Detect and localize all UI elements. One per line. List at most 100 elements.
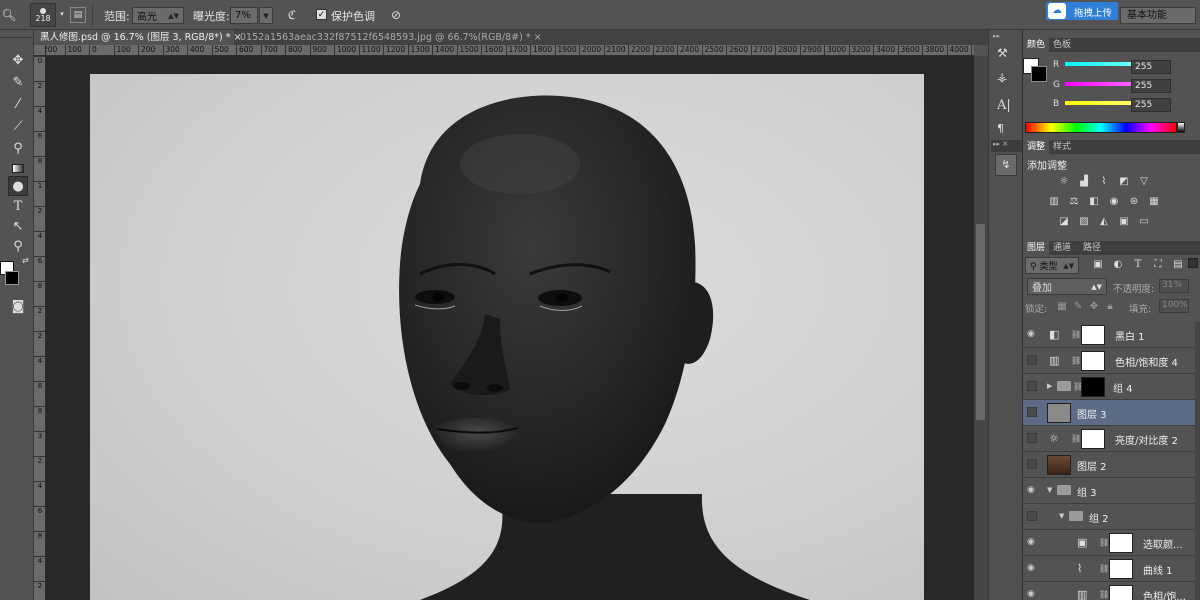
channel-b-value[interactable]: 255 bbox=[1131, 98, 1171, 112]
layer-row[interactable]: ☼ ⛓ 亮度/对比度 2 bbox=[1023, 426, 1200, 452]
color-lookup-icon[interactable]: ▦ bbox=[1147, 196, 1161, 208]
scrollbar-thumb[interactable] bbox=[976, 224, 985, 420]
chain-link-icon[interactable]: ⛓ bbox=[1071, 434, 1081, 443]
quick-select-tool-icon[interactable]: ✎ bbox=[8, 72, 28, 92]
layer-thumbnail[interactable] bbox=[1047, 455, 1071, 475]
background-color-swatch[interactable] bbox=[5, 271, 19, 285]
visibility-toggle[interactable] bbox=[1027, 381, 1037, 391]
type-tool-icon[interactable]: T bbox=[8, 196, 28, 216]
gradient-tool-icon[interactable] bbox=[8, 158, 28, 178]
color-spectrum-bar[interactable] bbox=[1025, 122, 1177, 133]
threshold-icon[interactable]: ◭ bbox=[1097, 216, 1111, 228]
layer-mask-thumbnail[interactable] bbox=[1081, 325, 1105, 345]
filter-pixel-icon[interactable]: ▣ bbox=[1091, 259, 1105, 271]
tab-layers[interactable]: 图层 bbox=[1023, 241, 1050, 255]
visibility-toggle[interactable] bbox=[1027, 433, 1037, 443]
selective-color-icon[interactable]: ▣ bbox=[1117, 216, 1131, 228]
filter-smart-icon[interactable]: ▤ bbox=[1171, 259, 1185, 271]
move-tool-icon[interactable]: ✥ bbox=[8, 50, 28, 70]
layer-row[interactable]: 图层 2 bbox=[1023, 452, 1200, 478]
lock-all-icon[interactable]: 🔒︎ bbox=[1103, 301, 1117, 313]
layer-row[interactable]: ◉ ▣ ⛓ 选取颜... bbox=[1023, 530, 1200, 556]
layer-row[interactable]: ◉ ▥ ⛓ 色相/饱... bbox=[1023, 582, 1200, 600]
photo-filter-icon[interactable]: ◉ bbox=[1107, 196, 1121, 208]
swap-colors-icon[interactable]: ⇄ bbox=[22, 256, 29, 265]
layer-row[interactable]: ◉ ⌇ ⛓ 曲线 1 bbox=[1023, 556, 1200, 582]
brush-presets-icon[interactable]: ⚒ bbox=[997, 46, 1008, 60]
levels-icon[interactable]: ▟ bbox=[1077, 176, 1091, 188]
vertical-ruler[interactable]: 0 2 4 6 8 1 2 4 6 8 2 2 4 6 8 3 2 4 6 8 4 2 bbox=[34, 56, 46, 600]
visibility-toggle[interactable] bbox=[1027, 407, 1037, 417]
fill-input[interactable]: 100% bbox=[1159, 299, 1189, 313]
vertical-scrollbar[interactable] bbox=[974, 56, 988, 600]
zoom-tool-icon[interactable]: 🔍︎ bbox=[1, 6, 16, 24]
chain-link-icon[interactable]: ⛓ bbox=[1071, 330, 1081, 339]
tab-document-1[interactable]: 黑人修图.psd @ 16.7% (图层 3, RGB/8*) * × bbox=[34, 30, 242, 45]
layer-mask-thumbnail[interactable] bbox=[1081, 351, 1105, 371]
collapse-arrow-icon[interactable]: ▼ bbox=[1059, 512, 1064, 520]
visibility-toggle[interactable] bbox=[1027, 355, 1037, 365]
close-icon[interactable]: × bbox=[534, 32, 542, 43]
ruler-origin[interactable] bbox=[34, 45, 46, 56]
chain-link-icon[interactable]: ⛓ bbox=[1099, 564, 1109, 573]
protect-tones-checkbox[interactable]: ✓ bbox=[316, 9, 327, 20]
opacity-input[interactable]: 31% bbox=[1159, 279, 1189, 293]
layer-row[interactable]: ▥ ⛓ 色相/饱和度 4 bbox=[1023, 348, 1200, 374]
layer-row[interactable]: ▶ ⛓ 组 4 bbox=[1023, 374, 1200, 400]
chain-link-icon[interactable]: ⛓ bbox=[1099, 538, 1109, 547]
range-select[interactable]: 高光 ▲▼ bbox=[132, 7, 184, 24]
expand-arrow-icon[interactable]: ▶ bbox=[1047, 382, 1052, 390]
channel-mixer-icon[interactable]: ⊛ bbox=[1127, 196, 1141, 208]
collapse-arrow-icon[interactable]: ▼ bbox=[1047, 486, 1052, 494]
blend-mode-select[interactable]: 叠加 ▲▼ bbox=[1027, 278, 1107, 295]
lock-position-icon[interactable]: ✥ bbox=[1087, 301, 1101, 313]
tab-channels[interactable]: 通道 bbox=[1049, 241, 1075, 255]
layers-scrollbar[interactable] bbox=[1195, 322, 1200, 600]
layer-mask-thumbnail[interactable] bbox=[1081, 377, 1105, 397]
lock-pixels-icon[interactable]: ✎ bbox=[1071, 301, 1085, 313]
chain-link-icon[interactable]: ⛓ bbox=[1071, 356, 1081, 365]
color-balance-icon[interactable]: ⚖ bbox=[1067, 196, 1081, 208]
history-panel-icon[interactable]: ↯ bbox=[995, 154, 1017, 176]
brush-tool-icon[interactable]: ⟋ bbox=[8, 116, 28, 136]
tab-paths[interactable]: 路径 bbox=[1079, 241, 1105, 255]
workspace-select[interactable]: 基本功能 bbox=[1120, 7, 1196, 24]
brush-panel-toggle-icon[interactable]: ▤ bbox=[70, 7, 86, 23]
eye-icon[interactable]: ◉ bbox=[1027, 563, 1039, 575]
visibility-toggle[interactable] bbox=[1027, 511, 1037, 521]
horizontal-ruler[interactable]: 2001000100200300400500600700800900100011… bbox=[46, 45, 974, 56]
layer-mask-thumbnail[interactable] bbox=[1109, 533, 1133, 553]
posterize-icon[interactable]: ▨ bbox=[1077, 216, 1091, 228]
layer-filter-select[interactable]: ⚲ 类型 ▲▼ bbox=[1025, 257, 1079, 274]
brush-preset-picker[interactable]: 218 bbox=[30, 3, 56, 27]
layer-row[interactable]: ◉ ▼ 组 3 bbox=[1023, 478, 1200, 504]
tab-adjustments[interactable]: 调整 bbox=[1023, 140, 1050, 154]
bw-ramp[interactable] bbox=[1177, 122, 1185, 133]
layer-thumbnail[interactable] bbox=[1047, 403, 1071, 423]
tab-color[interactable]: 颜色 bbox=[1023, 38, 1050, 52]
clone-source-icon[interactable]: ⚶ bbox=[997, 70, 1007, 84]
stamp-tool-icon[interactable]: ⚲ bbox=[8, 138, 28, 158]
filter-type-icon[interactable]: T bbox=[1131, 259, 1145, 271]
filter-toggle[interactable] bbox=[1188, 258, 1198, 268]
document-canvas-image[interactable] bbox=[90, 74, 924, 600]
character-panel-icon[interactable]: A| bbox=[997, 98, 1011, 113]
tab-styles[interactable]: 样式 bbox=[1049, 140, 1075, 154]
eye-icon[interactable]: ◉ bbox=[1027, 589, 1039, 600]
collapse-dock-bar[interactable]: ▸▸ ✕ bbox=[991, 140, 1023, 152]
eye-icon[interactable]: ◉ bbox=[1027, 537, 1039, 549]
curves-icon[interactable]: ⌇ bbox=[1097, 176, 1111, 188]
chain-link-icon[interactable]: ⛓ bbox=[1099, 590, 1109, 599]
exposure-input[interactable]: 7% bbox=[230, 7, 258, 24]
filter-adjust-icon[interactable]: ◐ bbox=[1111, 259, 1125, 271]
layer-row[interactable]: ▼ 组 2 bbox=[1023, 504, 1200, 530]
vibrance-icon[interactable]: ▽ bbox=[1137, 176, 1151, 188]
channel-g-value[interactable]: 255 bbox=[1131, 79, 1171, 93]
eye-icon[interactable]: ◉ bbox=[1027, 329, 1039, 341]
black-white-icon[interactable]: ◧ bbox=[1087, 196, 1101, 208]
pen-path-tool-icon[interactable]: ↖ bbox=[8, 216, 28, 236]
channel-r-value[interactable]: 255 bbox=[1131, 60, 1171, 74]
brightness-contrast-icon[interactable]: ☼ bbox=[1057, 176, 1071, 188]
invert-icon[interactable]: ◪ bbox=[1057, 216, 1071, 228]
layer-mask-thumbnail[interactable] bbox=[1109, 559, 1133, 579]
